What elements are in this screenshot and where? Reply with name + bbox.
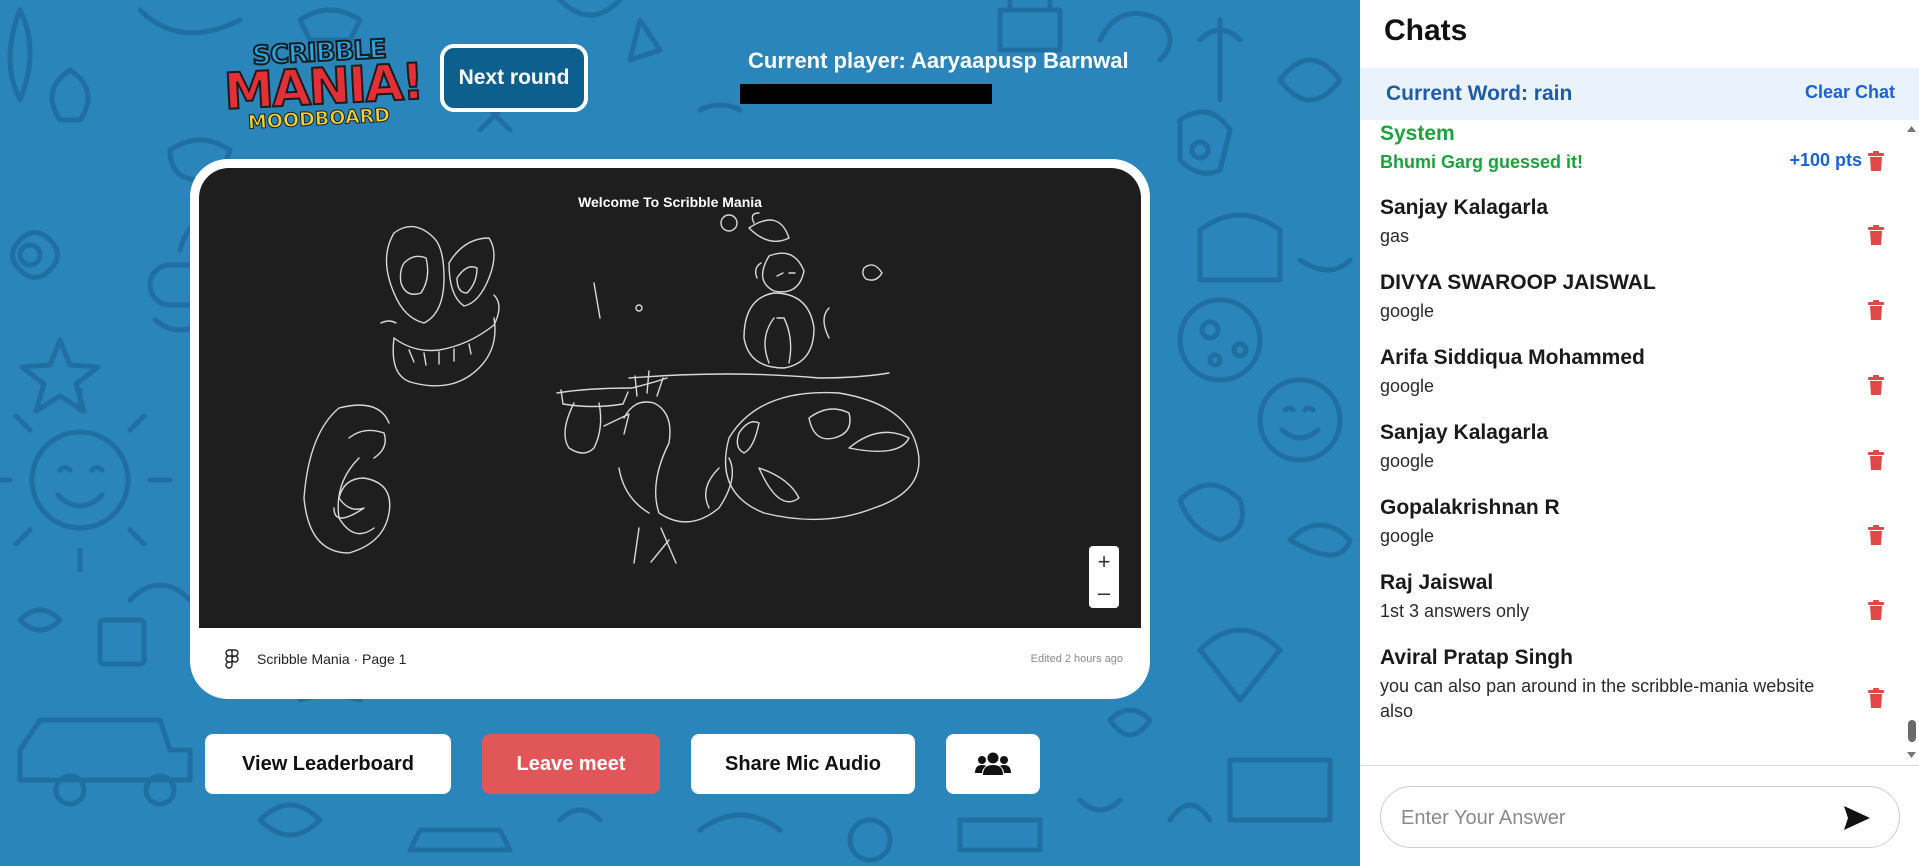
delete-message-icon[interactable] [1868, 375, 1884, 395]
delete-message-icon[interactable] [1868, 525, 1884, 545]
delete-message-icon[interactable] [1868, 600, 1884, 620]
message-author: Gopalakrishnan R [1380, 496, 1560, 519]
message-text: google [1380, 526, 1435, 546]
scroll-down-arrow-icon[interactable] [1907, 750, 1916, 760]
chat-panel: Chats Current Word: rain Clear Chat Syst… [1360, 0, 1919, 866]
canvas-drawings [303, 212, 920, 564]
board-file-title: Scribble Mania · Page 1 [257, 651, 407, 667]
message-text: google [1380, 301, 1435, 321]
message-text: you can also pan around in the scribble-… [1380, 676, 1815, 721]
answer-box [1380, 786, 1900, 848]
message-text: google [1380, 376, 1435, 396]
participants-button[interactable] [946, 734, 1040, 794]
figma-icon [225, 649, 239, 669]
users-icon [975, 752, 1011, 775]
message-text: Bhumi Garg guessed it! [1380, 152, 1584, 172]
scroll-up-arrow-icon[interactable] [1907, 124, 1916, 134]
scrollbar-thumb[interactable] [1908, 720, 1916, 742]
chat-message-system: System Bhumi Garg guessed it! +100 pts [1380, 122, 1880, 175]
share-mic-audio-button[interactable]: Share Mic Audio [691, 734, 915, 794]
message-author: Raj Jaiswal [1380, 571, 1494, 594]
scribble-mania-logo: SCRIBBLE MANIA! MOODBOARD [222, 34, 425, 140]
current-player-label: Current player: Aaryaapusp Barnwal [748, 48, 1129, 73]
current-word-label: Current Word: rain [1386, 82, 1573, 105]
delete-message-icon[interactable] [1868, 300, 1884, 320]
board-footer: Scribble Mania · Page 1 Edited 2 hours a… [199, 628, 1141, 690]
message-author: Sanjay Kalagarla [1380, 421, 1549, 444]
zoom-controls: + – [1089, 546, 1119, 608]
game-area: SCRIBBLE MANIA! MOODBOARD Next round Cur… [0, 0, 1360, 866]
message-author: DIVYA SWAROOP JAISWAL [1380, 271, 1656, 294]
chat-message: DIVYA SWAROOP JAISWAL google [1380, 271, 1880, 324]
board-edited-time: Edited 2 hours ago [1030, 653, 1123, 665]
delete-message-icon[interactable] [1868, 151, 1884, 171]
chat-scrollbar[interactable] [1904, 120, 1919, 765]
leave-meet-button[interactable]: Leave meet [482, 734, 660, 794]
current-word-bar: Current Word: rain Clear Chat [1360, 68, 1919, 120]
delete-message-icon[interactable] [1868, 688, 1884, 708]
redaction-bar [740, 84, 992, 104]
zoom-in-button[interactable]: + [1089, 546, 1119, 577]
message-text: google [1380, 451, 1435, 471]
next-round-button[interactable]: Next round [440, 44, 588, 112]
delete-message-icon[interactable] [1868, 225, 1884, 245]
message-text: gas [1380, 226, 1410, 246]
input-divider [1360, 765, 1919, 766]
message-author: Aviral Pratap Singh [1380, 646, 1573, 669]
message-author: System [1380, 122, 1455, 145]
message-author: Sanjay Kalagarla [1380, 196, 1549, 219]
zoom-out-button[interactable]: – [1089, 577, 1119, 608]
chat-message-list[interactable]: System Bhumi Garg guessed it! +100 pts S… [1360, 120, 1919, 765]
chats-heading: Chats [1384, 14, 1468, 47]
chat-message: Arifa Siddiqua Mohammed google [1380, 346, 1880, 399]
message-text: 1st 3 answers only [1380, 601, 1530, 621]
answer-input[interactable] [1401, 799, 1821, 837]
drawing-canvas[interactable]: Welcome To Scribble Mania + – [199, 168, 1141, 628]
chat-message: Aviral Pratap Singh you can also pan aro… [1380, 646, 1880, 724]
chat-message: Gopalakrishnan R google [1380, 496, 1880, 549]
points-badge: +100 pts [1789, 150, 1862, 170]
chat-message: Raj Jaiswal 1st 3 answers only [1380, 571, 1880, 624]
chat-message: Sanjay Kalagarla gas [1380, 196, 1880, 249]
delete-message-icon[interactable] [1868, 450, 1884, 470]
chat-message: Sanjay Kalagarla google [1380, 421, 1880, 474]
view-leaderboard-button[interactable]: View Leaderboard [205, 734, 451, 794]
drawing-board-card: Welcome To Scribble Mania + – Scribble M… [190, 159, 1150, 699]
send-icon[interactable] [1843, 805, 1871, 831]
message-author: Arifa Siddiqua Mohammed [1380, 346, 1645, 369]
clear-chat-button[interactable]: Clear Chat [1805, 82, 1895, 103]
